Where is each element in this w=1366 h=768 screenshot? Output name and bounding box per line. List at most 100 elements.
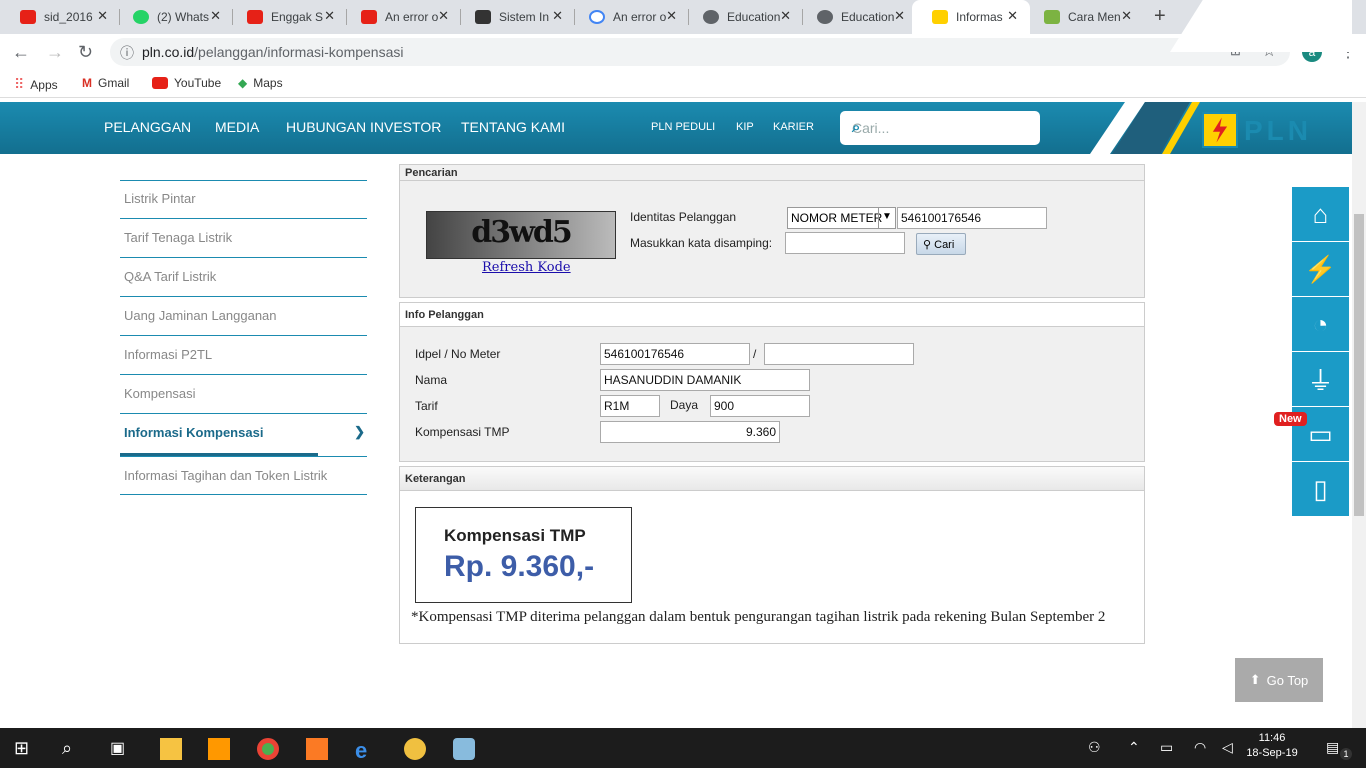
nav-media[interactable]: MEDIA — [215, 119, 259, 135]
meter-button[interactable]: ◔ — [1292, 297, 1349, 351]
wikihow-icon — [1044, 10, 1060, 24]
sidebar-item-qa-tarif[interactable]: Q&A Tarif Listrik — [120, 258, 367, 297]
tab-5[interactable]: Sistem In ✕ — [455, 0, 575, 34]
close-icon[interactable]: ✕ — [210, 8, 221, 24]
electricity-button[interactable]: ⚡ — [1292, 242, 1349, 296]
search-icon[interactable]: ⌕ — [62, 738, 84, 760]
kompensasi-field[interactable]: 9.360 — [600, 421, 780, 443]
sidebar-item-p2tl[interactable]: Informasi P2TL — [120, 336, 367, 375]
captcha-input[interactable] — [785, 232, 905, 254]
sidebar-item-uang-jaminan[interactable]: Uang Jaminan Langganan — [120, 297, 367, 336]
lightning-icon: ⚡ — [1304, 253, 1337, 284]
close-icon[interactable]: ✕ — [324, 8, 335, 24]
no-meter-field[interactable] — [764, 343, 914, 365]
system-clock[interactable]: 11:46 18-Sep-19 — [1246, 732, 1298, 759]
close-icon[interactable]: ✕ — [666, 8, 677, 24]
close-icon[interactable]: ✕ — [1007, 8, 1018, 24]
sidebar-item-tagihan-token[interactable]: Informasi Tagihan dan Token Listrik — [120, 456, 367, 495]
home-button[interactable]: ⌂ — [1292, 187, 1349, 241]
nav-tentang-kami[interactable]: TENTANG KAMI — [461, 119, 565, 135]
url-input[interactable]: ⓘ pln.co.id/pelanggan/informasi-kompensa… — [110, 38, 1290, 66]
bookmark-youtube[interactable]: YouTube — [152, 76, 221, 90]
file-explorer-icon[interactable] — [160, 738, 182, 760]
tab-7[interactable]: Education ✕ — [683, 0, 803, 34]
battery-icon[interactable]: ▭ — [1160, 739, 1173, 756]
kompensasi-summary-box: Kompensasi TMP Rp. 9.360,- — [415, 507, 632, 603]
nama-field[interactable]: HASANUDDIN DAMANIK — [600, 369, 810, 391]
nav-hubungan-investor[interactable]: HUBUNGAN INVESTOR — [286, 119, 441, 135]
bookmark-gmail[interactable]: M Gmail — [82, 76, 129, 90]
task-view-icon[interactable]: ▣ — [110, 738, 132, 760]
image-app-icon[interactable] — [453, 738, 475, 760]
people-icon[interactable]: ⚇ — [1088, 739, 1101, 756]
identitas-type-select[interactable]: NOMOR METER ▼ — [787, 207, 896, 229]
tab-2[interactable]: (2) Whats ✕ — [113, 0, 233, 34]
cari-button[interactable]: ⚲ Cari — [916, 233, 966, 255]
mobile-button[interactable]: ▯ — [1292, 462, 1349, 516]
sidebar-item-informasi-kompensasi[interactable]: Informasi Kompensasi ❯ — [120, 414, 367, 456]
globe-icon — [703, 10, 719, 24]
refresh-code-link[interactable]: Refresh Kode — [482, 260, 571, 275]
search-icon[interactable]: ⌕ — [852, 119, 1030, 136]
sidebar-item-listrik-pintar[interactable]: Listrik Pintar — [120, 180, 367, 219]
xampp-icon[interactable] — [306, 738, 328, 760]
notification-icon[interactable]: ▤ — [1326, 739, 1339, 756]
scrollbar-thumb[interactable] — [1354, 214, 1364, 516]
tab-3[interactable]: Enggak S ✕ — [227, 0, 347, 34]
go-top-button[interactable]: ⬆ Go Top — [1235, 658, 1323, 702]
search-icon: ⚲ — [923, 239, 932, 251]
close-icon[interactable]: ✕ — [438, 8, 449, 24]
nav-karier[interactable]: KARIER — [773, 121, 814, 133]
wifi-icon[interactable]: ◠ — [1194, 739, 1206, 756]
reload-icon[interactable]: ↻ — [78, 42, 93, 63]
chrome-icon[interactable] — [257, 738, 279, 760]
new-tab-button[interactable]: + — [1154, 5, 1166, 28]
sidebar-item-tarif-tenaga-listrik[interactable]: Tarif Tenaga Listrik — [120, 219, 367, 258]
search-input[interactable]: Cari... ⌕ — [840, 111, 1040, 145]
nav-pln-peduli[interactable]: PLN PEDULI — [651, 121, 715, 133]
nav-kip[interactable]: KIP — [736, 121, 754, 133]
sidebar-item-label: Informasi Kompensasi — [124, 425, 264, 440]
info-icon[interactable]: ⓘ — [120, 43, 134, 63]
windows-start-icon[interactable]: ⊞ — [14, 738, 36, 760]
page-scrollbar[interactable] — [1352, 102, 1366, 728]
close-icon[interactable]: ✕ — [552, 8, 563, 24]
tarif-field[interactable]: R1M — [600, 395, 660, 417]
plug-button[interactable]: ⏚ — [1292, 352, 1349, 406]
pln-icon — [932, 10, 948, 24]
tab-9-active[interactable]: Informas ✕ — [912, 0, 1030, 34]
bookmark-maps[interactable]: ◆ Maps — [238, 76, 283, 90]
tab-1[interactable]: sid_2016 ✕ — [0, 0, 120, 34]
tab-6[interactable]: An error o ✕ — [569, 0, 689, 34]
identitas-input[interactable]: 546100176546 — [897, 207, 1047, 229]
google-icon — [589, 10, 605, 24]
forward-icon[interactable]: → — [46, 42, 64, 63]
close-icon[interactable]: ✕ — [780, 8, 791, 24]
chevron-up-icon[interactable]: ⌃ — [1128, 739, 1140, 756]
bookmark-apps[interactable]: ⠿ Apps — [14, 76, 58, 93]
tab-title: Cara Men — [1068, 10, 1121, 24]
daya-field[interactable]: 900 — [710, 395, 810, 417]
edge-icon[interactable]: e — [355, 738, 377, 763]
paint-icon[interactable] — [404, 738, 426, 760]
mobile-icon: ▯ — [1313, 473, 1328, 504]
back-icon[interactable]: ← — [12, 42, 30, 63]
sidebar: Listrik Pintar Tarif Tenaga Listrik Q&A … — [120, 180, 367, 495]
idpel-field[interactable]: 546100176546 — [600, 343, 750, 365]
nav-pelanggan[interactable]: PELANGGAN — [104, 119, 191, 135]
volume-icon[interactable]: ◁ — [1222, 739, 1233, 756]
kata-label: Masukkan kata disamping: — [630, 236, 773, 250]
pln-logo-text: PLN — [1244, 115, 1312, 146]
close-icon[interactable]: ✕ — [894, 8, 905, 24]
bookmark-label: Maps — [253, 76, 283, 90]
tab-title: Education — [841, 10, 895, 24]
sidebar-item-kompensasi[interactable]: Kompensasi — [120, 375, 367, 414]
close-icon[interactable]: ✕ — [97, 8, 108, 24]
tab-title: sid_2016 — [44, 10, 93, 24]
tab-4[interactable]: An error o ✕ — [341, 0, 461, 34]
bookmark-label: YouTube — [174, 76, 222, 90]
tab-8[interactable]: Education ✕ — [797, 0, 917, 34]
close-icon[interactable]: ✕ — [1121, 8, 1132, 24]
tab-10[interactable]: Cara Men ✕ — [1024, 0, 1144, 34]
sublime-icon[interactable] — [208, 738, 230, 760]
